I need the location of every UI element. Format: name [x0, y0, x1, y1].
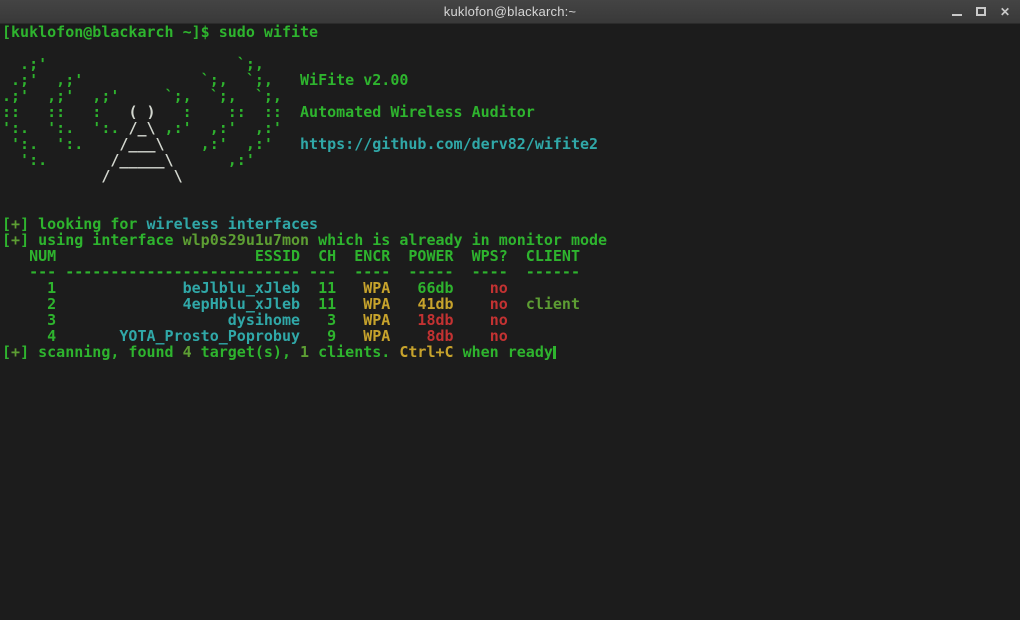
close-icon: ✕: [999, 4, 1011, 19]
text-segment: WiFite v2.00: [300, 71, 409, 89]
terminal-line: 3 dysihome 3 WPA 18db no: [2, 312, 1020, 328]
terminal-line: --- -------------------------- --- ---- …: [2, 264, 1020, 280]
close-button[interactable]: ✕: [993, 1, 1017, 23]
terminal-line: [kuklofon@blackarch ~]$ sudo wifite: [2, 24, 1020, 40]
text-segment: ] scanning, found: [20, 343, 183, 361]
text-segment: client: [525, 295, 580, 313]
text-segment: / \: [101, 167, 183, 185]
maximize-icon: [976, 7, 986, 16]
terminal-line: [+] looking for wireless interfaces: [2, 216, 1020, 232]
terminal-line: 1 beJlblu_xJleb 11 WPA 66db no: [2, 280, 1020, 296]
text-segment: [kuklofon@blackarch ~]$ sudo wifite: [2, 24, 319, 41]
terminal-line: ':. /_____\ ,:': [2, 152, 1020, 168]
terminal-line: ':. ':. ':. /_\ ,:' ,:' ,:': [2, 120, 1020, 136]
terminal-window: kuklofon@blackarch:~ ✕ [kuklofon@blackar…: [0, 0, 1020, 620]
terminal-line: .;' `;,: [2, 56, 1020, 72]
text-segment: clients.: [309, 343, 400, 361]
terminal-line: .;' ,;' ,;' `;, `;, `;,: [2, 88, 1020, 104]
text-segment: https://github.com/derv82/wifite2: [300, 135, 599, 153]
text-segment: 1: [300, 343, 310, 361]
title-bar[interactable]: kuklofon@blackarch:~ ✕: [0, 0, 1020, 24]
terminal-line: .;' ,;' `;, `;, WiFite v2.00: [2, 72, 1020, 88]
text-segment: [2, 167, 101, 185]
terminal-line: NUM ESSID CH ENCR POWER WPS? CLIENT: [2, 248, 1020, 264]
terminal-line: [+] scanning, found 4 target(s), 1 clien…: [2, 344, 1020, 360]
terminal-line: / \: [2, 168, 1020, 184]
text-segment: target(s),: [191, 343, 301, 361]
window-title: kuklofon@blackarch:~: [443, 4, 577, 19]
terminal-line: :: :: : ( ) : :: :: Automated Wireless A…: [2, 104, 1020, 120]
text-segment: [: [2, 343, 12, 361]
minimize-button[interactable]: [945, 1, 969, 23]
terminal-line: 4 YOTA_Prosto_Poprobuy 9 WPA 8db no: [2, 328, 1020, 344]
terminal-line: [+] using interface wlp0s29u1u7mon which…: [2, 232, 1020, 248]
minimize-icon: [952, 14, 962, 16]
text-segment: 4: [182, 343, 192, 361]
text-segment: Automated Wireless Auditor: [300, 103, 535, 121]
window-controls: ✕: [945, 0, 1017, 23]
text-segment: when ready: [453, 343, 553, 361]
text-segment: [508, 295, 526, 313]
text-segment: ,:': [173, 151, 255, 169]
text-segment: +: [11, 343, 21, 361]
text-segment: Ctrl+C: [399, 343, 454, 361]
text-cursor: [552, 346, 556, 359]
terminal-line: 2 4epHblu_xJleb 11 WPA 41db no client: [2, 296, 1020, 312]
maximize-button[interactable]: [969, 1, 993, 23]
terminal-screen[interactable]: [kuklofon@blackarch ~]$ sudo wifite .;' …: [0, 24, 1020, 620]
terminal-line: ':. ':. /___\ ,:' ,:' https://github.com…: [2, 136, 1020, 152]
